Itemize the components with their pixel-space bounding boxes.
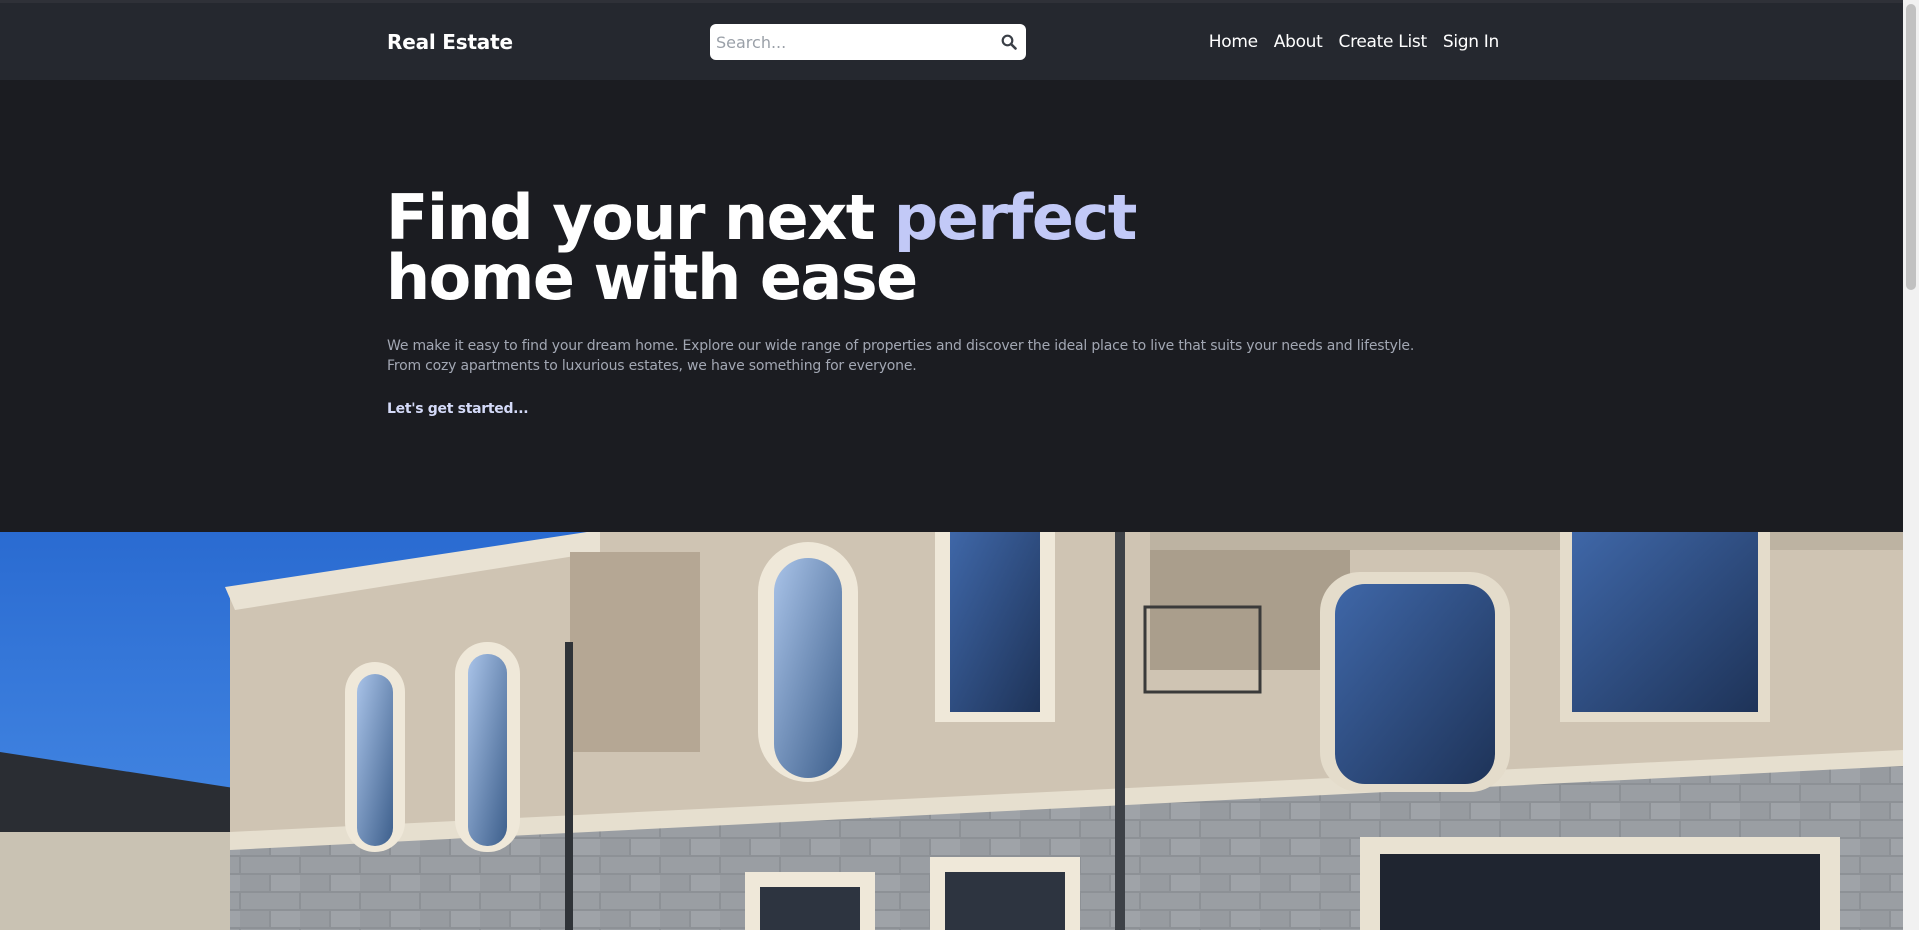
description-line2: From cozy apartments to luxurious estate… <box>387 358 917 374</box>
brand-logo[interactable]: Real Estate <box>387 30 513 54</box>
headline-part2: home with ease <box>386 241 918 314</box>
hero-headline: Find your next perfect home with ease <box>386 187 1137 309</box>
house-photo-illustration <box>0 532 1903 930</box>
scrollbar-thumb[interactable] <box>1906 4 1916 290</box>
nav-sign-in[interactable]: Sign In <box>1443 32 1499 52</box>
get-started-link[interactable]: Let's get started... <box>387 401 529 417</box>
page-scrollbar[interactable] <box>1903 0 1919 930</box>
page: Real Estate Home About Create List Sign … <box>0 0 1919 930</box>
nav-create-list[interactable]: Create List <box>1339 32 1428 52</box>
hero-house-image <box>0 532 1903 930</box>
description-line1: We make it easy to find your dream home.… <box>387 338 1415 354</box>
headline-accent: perfect <box>893 181 1137 254</box>
search-button[interactable] <box>998 31 1020 53</box>
site-header: Real Estate Home About Create List Sign … <box>0 3 1903 80</box>
nav-home[interactable]: Home <box>1209 32 1258 52</box>
search-input[interactable] <box>716 24 986 60</box>
search-form <box>710 24 1026 60</box>
main-nav: Home About Create List Sign In <box>1209 32 1500 52</box>
hero-section: Find your next perfect home with ease We… <box>0 80 1903 532</box>
search-icon <box>1001 34 1017 50</box>
hero-description: We make it easy to find your dream home.… <box>387 336 1467 376</box>
nav-about[interactable]: About <box>1274 32 1323 52</box>
